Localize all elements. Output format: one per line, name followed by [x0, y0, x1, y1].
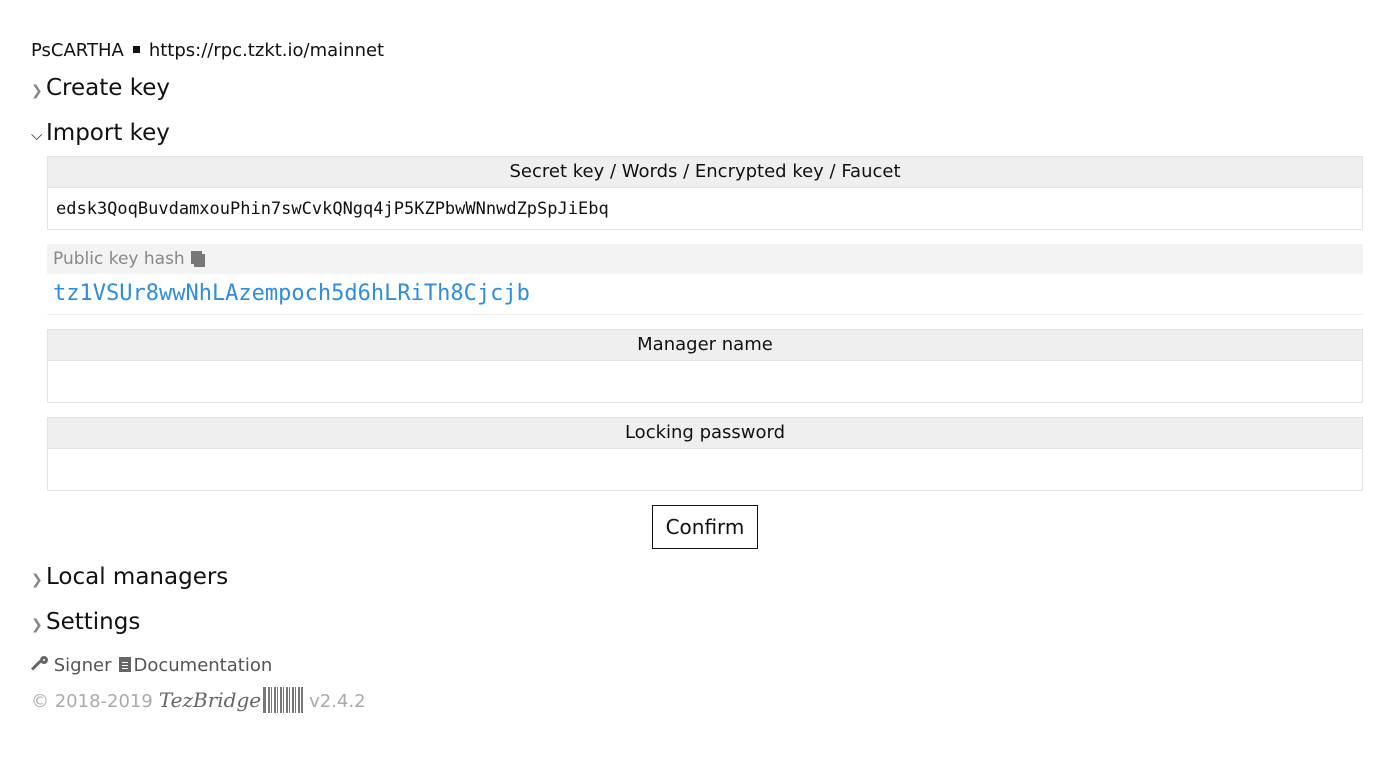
secret-key-label: Secret key / Words / Encrypted key / Fau… — [48, 157, 1362, 187]
copyright-text: © 2018-2019 — [31, 691, 153, 712]
chevron-down-icon: ⌵ — [31, 126, 43, 144]
public-key-hash-label: Public key hash — [53, 249, 185, 269]
section-import-key[interactable]: ⌵ Import key — [31, 111, 1363, 156]
footer: © 2018-2019 TezBridge v2.4.2 — [31, 685, 1363, 715]
section-local-managers-label: Local managers — [46, 564, 229, 590]
version-text: v2.4.2 — [309, 691, 366, 712]
chevron-right-icon: ❯ — [31, 83, 43, 99]
section-import-key-label: Import key — [46, 120, 170, 146]
section-create-key-label: Create key — [46, 75, 170, 101]
footer-links: Signer Documentation — [30, 653, 1363, 679]
document-icon — [119, 656, 132, 672]
signer-link-label: Signer — [53, 655, 112, 676]
documentation-link[interactable]: Documentation — [119, 655, 272, 676]
rpc-url: https://rpc.tzkt.io/mainnet — [148, 40, 385, 61]
key-icon — [30, 655, 48, 673]
public-key-hash-link[interactable]: tz1VSUr8wwNhLAzempoch5d6hLRiTh8Cjcjb — [47, 274, 1363, 315]
tezbridge-app: PsCARTHA https://rpc.tzkt.io/mainnet ❯ Cre… — [30, 36, 1363, 715]
confirm-button[interactable]: Confirm — [651, 505, 759, 549]
locking-password-input[interactable] — [48, 448, 1362, 490]
locking-password-label: Locking password — [48, 418, 1362, 448]
section-settings[interactable]: ❯ Settings — [31, 600, 1363, 645]
barcode-logo-icon — [263, 687, 304, 713]
chevron-right-icon: ❯ — [31, 617, 43, 633]
import-key-panel: Secret key / Words / Encrypted key / Fau… — [47, 156, 1363, 549]
secret-key-input[interactable] — [48, 187, 1362, 229]
manager-name-input[interactable] — [48, 360, 1362, 402]
protocol-name: PsCARTHA — [31, 40, 124, 61]
section-local-managers[interactable]: ❯ Local managers — [31, 555, 1363, 600]
public-key-hash-header: Public key hash — [47, 244, 1363, 274]
manager-name-label: Manager name — [48, 330, 1362, 360]
manager-name-field: Manager name — [47, 329, 1363, 403]
copy-icon[interactable] — [190, 251, 205, 267]
section-create-key[interactable]: ❯ Create key — [31, 66, 1363, 111]
separator-square-icon — [132, 45, 140, 53]
network-info: PsCARTHA https://rpc.tzkt.io/mainnet — [31, 36, 1363, 66]
brand-logo-text: TezBridge — [158, 688, 262, 712]
confirm-row: Confirm — [47, 505, 1363, 549]
chevron-right-icon: ❯ — [31, 572, 43, 588]
signer-link[interactable]: Signer — [30, 655, 112, 676]
documentation-link-label: Documentation — [133, 655, 273, 676]
public-key-hash-block: Public key hash tz1VSUr8wwNhLAzempoch5d6… — [47, 244, 1363, 315]
locking-password-field: Locking password — [47, 417, 1363, 491]
section-settings-label: Settings — [46, 609, 141, 635]
secret-key-field: Secret key / Words / Encrypted key / Fau… — [47, 156, 1363, 230]
